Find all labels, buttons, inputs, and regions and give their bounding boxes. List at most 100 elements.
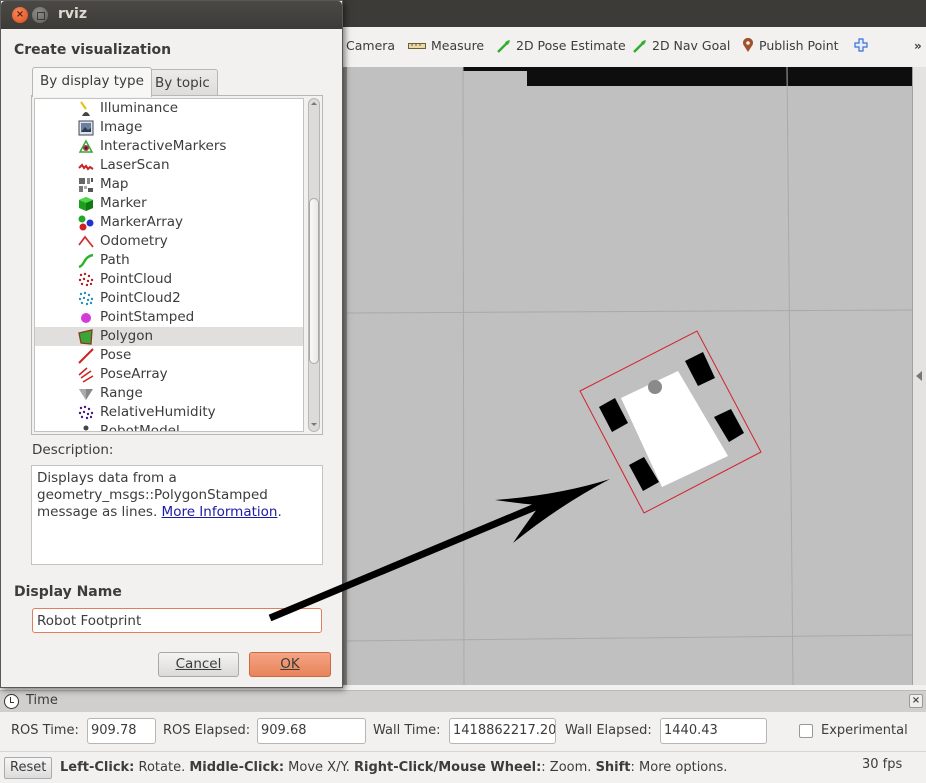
point-stamped-icon [81,313,91,323]
list-item-image[interactable]: Image [35,118,303,137]
list-item-pointcloud2[interactable]: PointCloud2 [35,289,303,308]
clock-icon [4,694,19,709]
minimize-icon[interactable] [32,7,48,23]
list-item-posearray[interactable]: PoseArray [35,365,303,384]
robot-sensor [648,380,662,394]
status-bar: Reset Left-Click: Rotate. Middle-Click: … [0,751,926,783]
tab-label: By topic [155,75,210,91]
description-box: Displays data from a geometry_msgs::Poly… [31,465,323,565]
list-item-label: Illuminance [100,100,179,116]
list-item-interactive-markers[interactable]: InteractiveMarkers [35,137,303,156]
grid-line [462,67,465,685]
plus-icon [854,38,868,52]
list-item-label: Path [100,252,130,268]
hint-segment: Right-Click/Mouse Wheel: [354,760,542,775]
tool-2d-nav-goal[interactable]: 2D Nav Goal [633,38,730,53]
list-item-label: InteractiveMarkers [100,138,227,154]
dialog-title: rviz [58,6,87,22]
tool-measure[interactable]: Measure [408,38,484,53]
robot-wheel [714,409,744,442]
list-item-label: Polygon [100,328,154,344]
list-item-markerarray[interactable]: MarkerArray [35,213,303,232]
tool-camera[interactable]: Camera [346,38,395,53]
ok-button[interactable]: OK [249,652,331,677]
illuminance-icon [80,101,90,116]
list-item-map[interactable]: Map [35,175,303,194]
grid [347,67,912,685]
hint-segment: Middle-Click: [189,760,285,775]
map-icon [79,178,93,192]
reset-button[interactable]: Reset [4,757,53,779]
list-item-robotmodel[interactable]: RobotModel [35,422,303,431]
list-item-label: LaserScan [100,157,170,173]
hint-segment: Left-Click: [60,760,135,775]
experimental-label: Experimental [821,723,908,738]
viewport-scene [347,67,912,685]
scroll-down-icon[interactable] [311,423,317,426]
3d-viewport[interactable] [343,67,912,685]
tool-publish-point[interactable]: Publish Point [742,38,839,53]
close-icon[interactable]: × [12,7,28,23]
display-name-input[interactable] [32,608,322,633]
more-information-link[interactable]: More Information [162,504,278,520]
list-item-relativehumidity[interactable]: RelativeHumidity [35,403,303,422]
scrollbar-thumb[interactable] [309,198,319,364]
list-item-pointstamped[interactable]: PointStamped [35,308,303,327]
add-tool-button[interactable] [854,38,868,52]
list-item-range[interactable]: Range [35,384,303,403]
display-type-list[interactable]: Illuminance Image InteractiveMarkers Las… [34,98,304,432]
map-pin-icon [743,38,753,52]
odometry-icon [78,235,94,248]
overflow-chevron-icon: » [914,39,922,53]
list-item-pose[interactable]: Pose [35,346,303,365]
list-item-label: Odometry [100,233,168,249]
list-item-polygon[interactable]: Polygon [35,327,303,346]
map-occupied-region [527,67,912,86]
marker-cube-icon [79,197,93,211]
collapse-arrow-icon [916,371,922,381]
green-arrow-icon [497,39,510,53]
tool-label: Measure [431,38,485,53]
toolbar-overflow-button[interactable]: » [914,39,922,53]
ruler-icon [408,42,426,49]
list-item-pointcloud[interactable]: PointCloud [35,270,303,289]
right-panel-collapse-handle[interactable] [912,67,926,685]
list-item-label: Image [100,119,143,135]
list-item-path[interactable]: Path [35,251,303,270]
hint-segment: Shift [595,760,631,775]
ros-time-label: ROS Time: [11,723,79,738]
list-scrollbar[interactable] [308,98,320,432]
pose-icon [78,348,94,364]
list-item-laserscan[interactable]: LaserScan [35,156,303,175]
create-visualization-dialog: × rviz Create visualization By display t… [0,0,343,688]
mouse-hint-text: Left-Click: Rotate. Middle-Click: Move X… [60,760,727,775]
polygon-icon [78,329,93,345]
list-item-label: PointCloud2 [100,290,181,306]
tab-label: By display type [40,73,144,89]
scroll-up-icon[interactable] [311,102,317,105]
description-end: . [277,504,282,520]
ros-time-field[interactable]: 909.78 [87,718,156,744]
wall-elapsed-field[interactable]: 1440.43 [660,718,767,744]
create-visualization-heading: Create visualization [14,42,172,58]
tab-by-display-type[interactable]: By display type [32,67,152,97]
image-icon [78,120,94,136]
path-icon [78,253,94,269]
grid-line [347,634,912,642]
grid-line [347,309,912,314]
tab-by-topic[interactable]: By topic [147,69,218,96]
tool-2d-pose-estimate[interactable]: 2D Pose Estimate [497,38,626,53]
ros-elapsed-field[interactable]: 909.68 [257,718,366,744]
time-panel-close-button[interactable]: × [909,694,923,708]
time-panel-header: Time × [0,690,926,712]
tool-label: 2D Nav Goal [652,38,731,53]
wall-time-field[interactable]: 1418862217.20 [449,718,556,744]
interactive-markers-icon [78,139,94,153]
list-item-marker[interactable]: Marker [35,194,303,213]
experimental-checkbox[interactable] [799,724,813,738]
list-item-label: RelativeHumidity [100,404,216,420]
list-item-label: PointCloud [100,271,173,287]
list-item-odometry[interactable]: Odometry [35,232,303,251]
cancel-button[interactable]: Cancel [158,652,239,677]
list-item-illuminance[interactable]: Illuminance [35,99,303,118]
